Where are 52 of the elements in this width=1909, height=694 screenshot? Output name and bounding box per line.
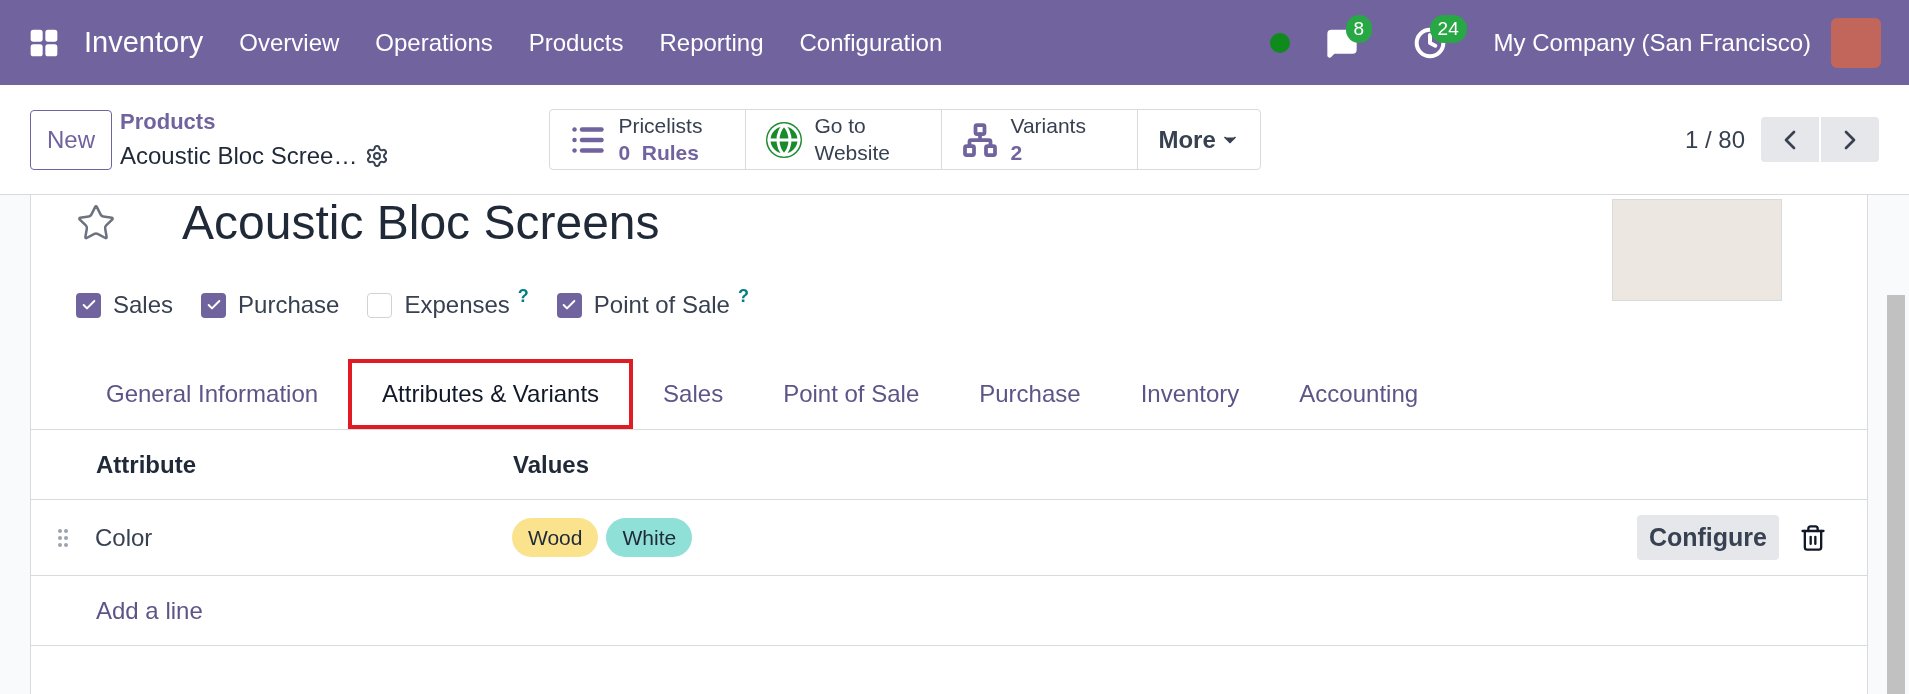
smart-button[interactable]: Pricelists 0 Rules [550,110,747,169]
smart-button-label: Pricelists [618,113,703,140]
tab[interactable]: General Information [76,359,349,429]
menu-item[interactable]: Overview [239,24,340,61]
column-header: Values [513,449,590,480]
more-button[interactable]: More [1138,110,1260,169]
product-title: Acoustic Bloc Screens [182,199,660,247]
tab[interactable]: Sales [633,359,754,429]
menu-item[interactable]: Products [528,24,624,61]
smart-button-value: 2 [1010,139,1024,166]
smart-button[interactable]: Variants 2 [942,110,1139,169]
tab[interactable]: Purchase [949,359,1111,429]
smart-button-label: Variants [1010,113,1086,140]
value-tag: White [606,517,693,558]
checkbox[interactable] [367,292,393,318]
count-badge: 24 [1429,14,1467,43]
checkbox-label: Expenses [404,290,510,320]
pager-value: 1 / 80 [1684,124,1745,155]
tab[interactable]: Inventory [1110,359,1270,429]
smart-button-value: Website [814,139,890,166]
checkbox[interactable] [201,292,227,318]
value-tag: Wood [512,517,599,558]
count-badge: 8 [1345,14,1373,43]
help-tooltip[interactable]: ? [737,287,749,305]
globe-icon [766,121,803,158]
help-tooltip[interactable]: ? [517,287,529,305]
delete-icon[interactable] [1799,523,1827,552]
checkbox-label: Sales [113,290,174,320]
new-button[interactable]: New [30,109,112,170]
tab[interactable]: Point of Sale [753,359,950,429]
smart-button[interactable]: Go to Website [746,110,943,169]
menu-item[interactable]: Operations [375,24,493,61]
record-name: Acoustic Bloc Scree… [120,141,358,171]
checkbox-label: Purchase [238,290,340,320]
checkbox[interactable] [76,292,101,318]
menu-item[interactable]: Reporting [659,24,764,61]
checkbox-label: Point of Sale [593,290,730,320]
settings-icon[interactable] [365,144,390,168]
tab[interactable]: Attributes & Variants [348,359,634,429]
tab[interactable]: Accounting [1269,359,1449,429]
breadcrumb-link[interactable]: Products [120,105,390,138]
smart-button-label: Go to [814,113,867,140]
app-name[interactable]: Inventory [84,20,204,65]
smart-button-value: 0 Rules [618,139,700,166]
table-cell-text: Color [95,522,154,553]
menu-item[interactable]: Configuration [799,24,943,61]
add-line-link[interactable]: Add a line [96,592,203,629]
configure-button[interactable]: Configure [1636,514,1779,561]
checkbox[interactable] [556,292,582,318]
company-name[interactable]: My Company (San Francisco) [1493,24,1811,61]
column-header: Attribute [96,449,197,480]
hierarchy-icon [962,121,999,158]
